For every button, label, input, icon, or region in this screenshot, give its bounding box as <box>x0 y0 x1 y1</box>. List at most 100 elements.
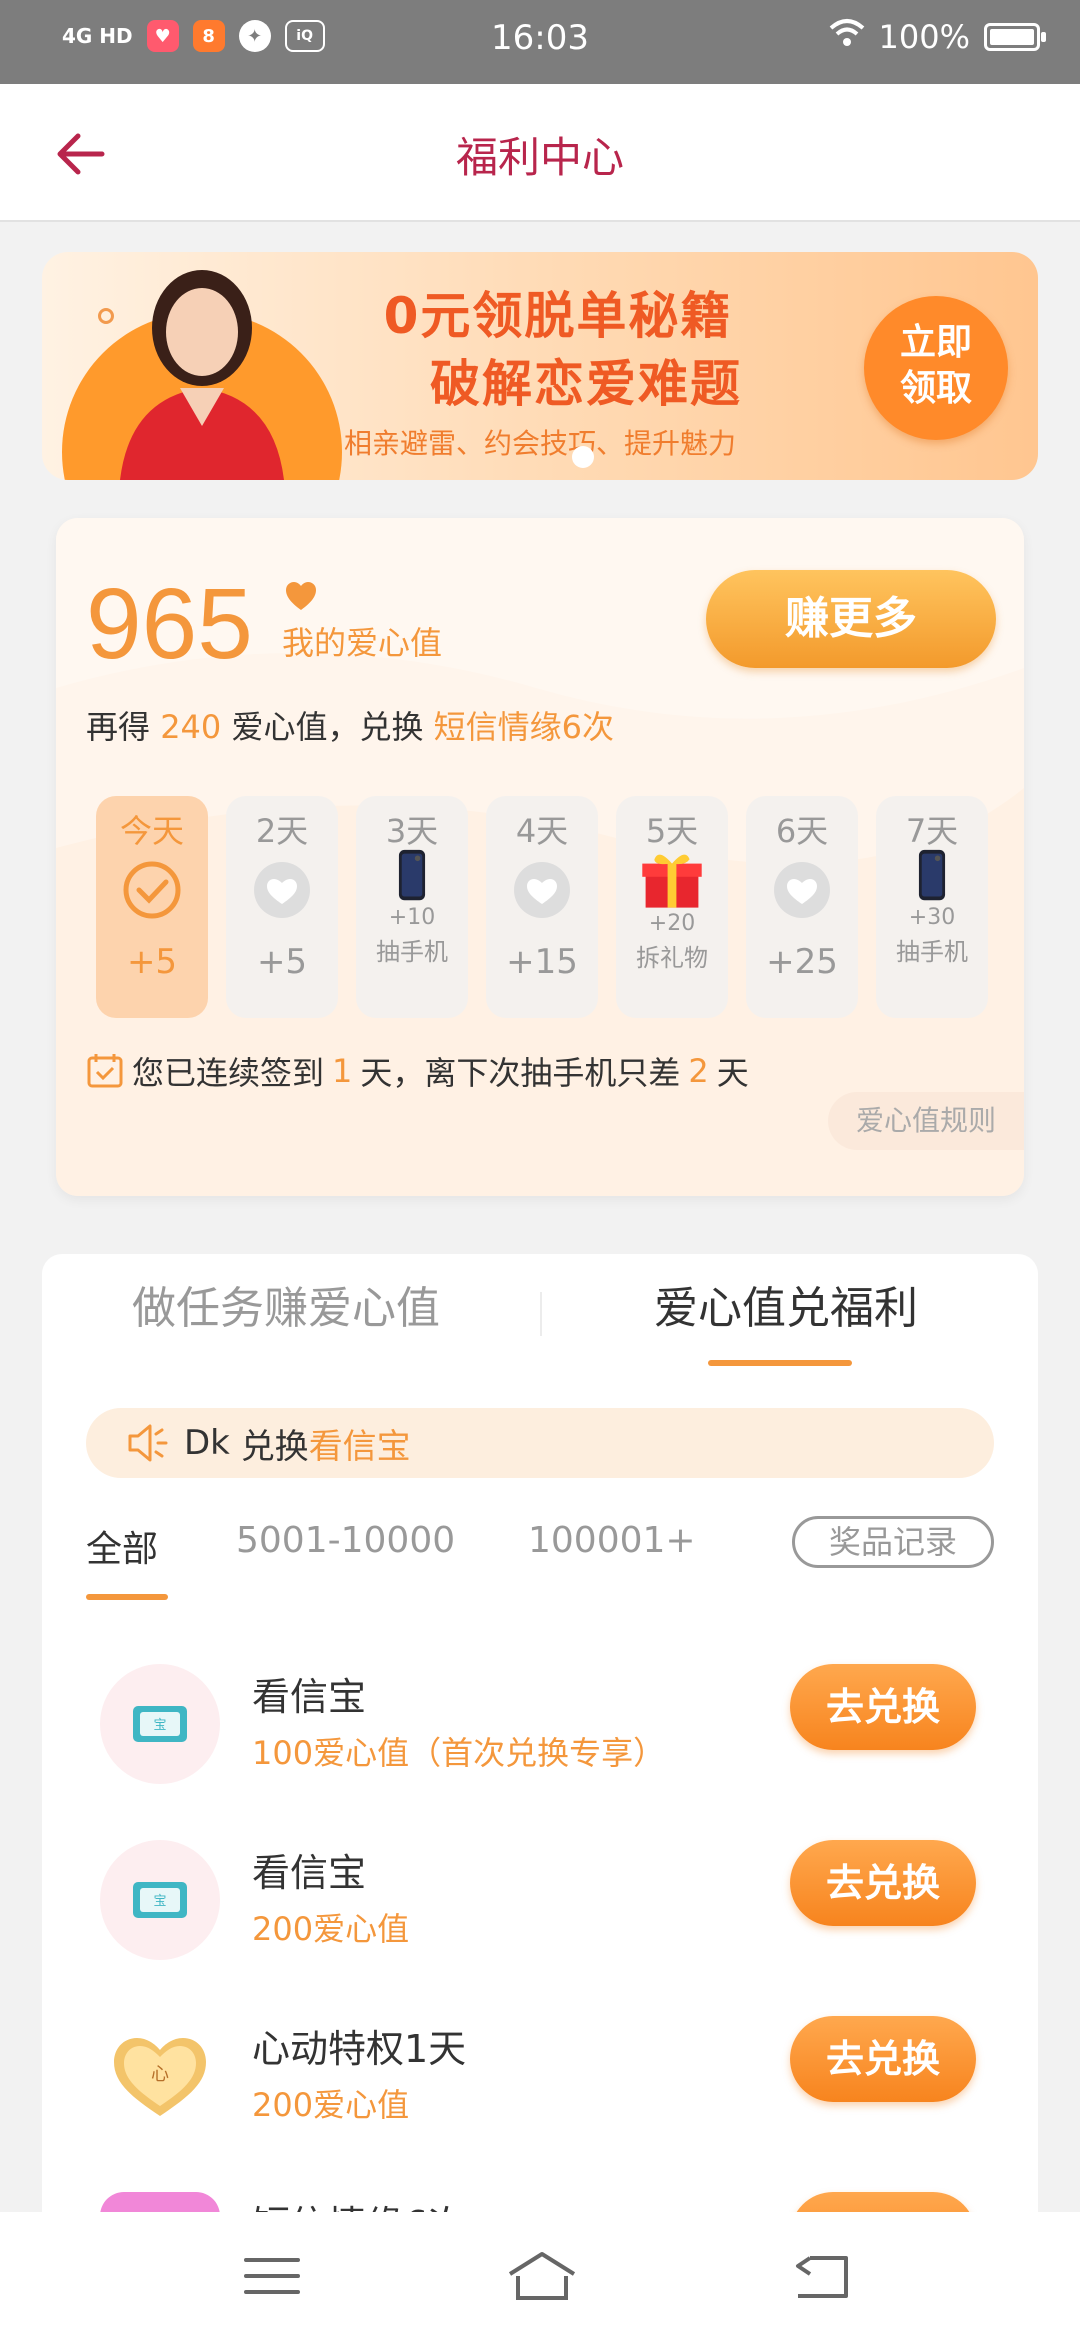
checkin-days: 今天 +5 2天 +5 3天 +10 抽手机 4天 +15 5天 +20 拆礼物… <box>96 796 988 1018</box>
checkin-day-3[interactable]: 3天 +10 抽手机 <box>356 796 468 1018</box>
streak-prefix: 您已连续签到 <box>132 1054 325 1092</box>
earn-more-button[interactable]: 赚更多 <box>706 570 996 668</box>
active-filter-indicator <box>86 1594 168 1600</box>
day-bonus: +25 <box>766 942 838 982</box>
prize-records-button[interactable]: 奖品记录 <box>792 1516 994 1568</box>
gift-icon <box>642 854 702 908</box>
day-label: 3天 <box>385 812 439 850</box>
phone-icon <box>398 849 426 901</box>
redeem-button[interactable]: 去兑换 <box>790 1840 976 1926</box>
day-reward: 拆礼物 <box>636 944 708 972</box>
promo-banner[interactable]: 0元领脱单秘籍 破解恋爱难题 相亲避雷、约会技巧、提升魅力 立即 领取 <box>42 252 1038 480</box>
love-value-label: 我的爱心值 <box>282 624 443 662</box>
svg-text:宝: 宝 <box>153 1718 166 1733</box>
tab-redeem-benefits[interactable]: 爱心值兑福利 <box>654 1254 918 1374</box>
item-name: 看信宝 <box>252 1851 367 1895</box>
page-title: 福利中心 <box>455 133 624 182</box>
heart-icon <box>254 862 310 918</box>
app-header: 福利中心 <box>0 84 1080 222</box>
back-icon[interactable] <box>790 2248 854 2304</box>
list-item: 宝 看信宝 200爱心值 去兑换 <box>42 1830 1038 1980</box>
checkin-day-5[interactable]: 5天 +20 拆礼物 <box>616 796 728 1018</box>
svg-text:宝: 宝 <box>153 1894 166 1909</box>
progress-points: 240 <box>160 708 222 746</box>
checkin-day-4[interactable]: 4天 +15 <box>486 796 598 1018</box>
filter-range-5001-10000[interactable]: 5001-10000 <box>236 1520 455 1561</box>
love-value: 965 <box>86 568 253 680</box>
speaker-icon <box>128 1424 168 1462</box>
filter-range-100001-plus[interactable]: 100001+ <box>528 1520 696 1561</box>
love-rules-button[interactable]: 爱心值规则 <box>828 1092 1024 1150</box>
ticket-icon: 宝 <box>133 1706 187 1742</box>
day-label: 4天 <box>515 812 569 850</box>
svg-text:心: 心 <box>151 2064 169 2085</box>
active-tab-indicator <box>708 1360 852 1366</box>
day-bonus: +30 <box>908 905 956 930</box>
tab-divider <box>540 1292 542 1336</box>
heart-icon <box>286 582 316 610</box>
checkin-day-today[interactable]: 今天 +5 <box>96 796 208 1018</box>
banner-tagline: 相亲避雷、约会技巧、提升魅力 <box>344 427 737 460</box>
day-bonus: +15 <box>506 942 578 982</box>
notice-action: 兑换 <box>240 1426 309 1467</box>
status-right: 100% <box>829 18 1046 56</box>
redeem-notice-bar: Dk 兑换 看信宝 <box>86 1408 994 1478</box>
notice-item: 看信宝 <box>308 1426 411 1467</box>
checkin-day-6[interactable]: 6天 +25 <box>746 796 858 1018</box>
day-bonus: +10 <box>388 905 436 930</box>
day-reward: 抽手机 <box>896 938 968 966</box>
streak-text: 您已连续签到 1 天，离下次抽手机只差 2 天 <box>86 1048 749 1094</box>
list-item: 宝 看信宝 100爱心值（首次兑换专享） 去兑换 <box>42 1654 1038 1804</box>
item-price: 200爱心值 <box>252 1910 410 1948</box>
banner-decoration <box>98 308 114 324</box>
item-price: 100爱心值（首次兑换专享） <box>252 1734 666 1772</box>
redeem-button[interactable]: 去兑换 <box>790 1664 976 1750</box>
day-label: 2天 <box>255 812 309 850</box>
item-icon-wrap: 宝 <box>100 1664 220 1784</box>
heart-icon <box>514 862 570 918</box>
progress-reward: 短信情缘6次 <box>433 708 614 746</box>
notice-user: Dk <box>184 1423 230 1463</box>
ticket-icon: 宝 <box>133 1882 187 1918</box>
streak-suffix: 天 <box>716 1054 749 1092</box>
day-reward: 抽手机 <box>376 938 448 966</box>
day-label: 6天 <box>775 812 829 850</box>
streak-middle: 天，离下次抽手机只差 <box>360 1054 681 1092</box>
benefits-panel: 做任务赚爱心值 爱心值兑福利 Dk 兑换 看信宝 全部 5001-10000 10… <box>42 1254 1038 2312</box>
day-bonus: +5 <box>126 942 178 982</box>
status-bar: 4G HD ♥ 8 ✦ iQ 16:03 100% <box>0 0 1080 84</box>
battery-percent: 100% <box>878 18 970 56</box>
wifi-icon <box>829 18 865 56</box>
item-icon-wrap: 宝 <box>100 1840 220 1960</box>
streak-days: 1 <box>332 1052 353 1090</box>
tab-earn-tasks[interactable]: 做任务赚爱心值 <box>132 1254 440 1374</box>
heart-icon <box>774 862 830 918</box>
carousel-indicator <box>572 446 594 468</box>
calendar-icon <box>87 1054 123 1088</box>
progress-prefix: 再得 <box>86 708 151 746</box>
progress-middle: 爱心值，兑换 <box>231 708 424 746</box>
checkin-day-7[interactable]: 7天 +30 抽手机 <box>876 796 988 1018</box>
home-icon[interactable] <box>506 2248 578 2304</box>
banner-cta-line2: 领取 <box>899 368 972 409</box>
item-icon-wrap: 心 <box>100 2016 220 2136</box>
list-item: 心 心动特权1天 200爱心值 去兑换 <box>42 2006 1038 2156</box>
banner-headline: 0元领脱单秘籍 <box>383 287 733 345</box>
check-icon <box>123 861 181 919</box>
phone-icon <box>918 849 946 901</box>
banner-claim-button[interactable]: 立即 领取 <box>864 296 1008 440</box>
menu-icon[interactable] <box>240 2248 304 2304</box>
day-bonus: +20 <box>648 911 696 936</box>
heart-badge-icon: 心 <box>114 2038 206 2116</box>
item-name: 看信宝 <box>252 1675 367 1719</box>
banner-subheadline: 破解恋爱难题 <box>430 355 742 413</box>
filter-all[interactable]: 全部 <box>86 1520 158 1572</box>
battery-icon <box>984 23 1046 51</box>
love-value-card: 965 我的爱心值 赚更多 再得 240 爱心值，兑换 短信情缘6次 今天 +5… <box>56 518 1024 1196</box>
item-name: 心动特权1天 <box>252 2027 467 2071</box>
day-label: 7天 <box>905 812 959 850</box>
redeem-button[interactable]: 去兑换 <box>790 2016 976 2102</box>
streak-remaining: 2 <box>688 1052 709 1090</box>
checkin-day-2[interactable]: 2天 +5 <box>226 796 338 1018</box>
day-bonus: +5 <box>256 942 308 982</box>
